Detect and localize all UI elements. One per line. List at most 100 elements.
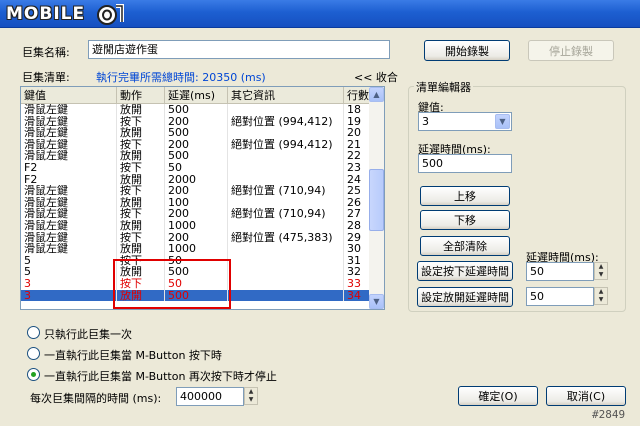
spin-down-icon[interactable]: ▼	[595, 271, 607, 279]
cell-line: 33	[344, 277, 370, 290]
list-editor-title: 清單編輯器	[414, 79, 473, 95]
spin-up-icon[interactable]: ▲	[245, 388, 257, 396]
table-row[interactable]: 滑鼠左鍵 按下 200 絕對位置 (475,383) 29	[21, 231, 370, 244]
table-row[interactable]: 滑鼠左鍵 放開 1000 28	[21, 219, 370, 232]
table-row[interactable]: 滑鼠左鍵 按下 200 絕對位置 (710,94) 27	[21, 208, 370, 220]
radio-run-until-pressed[interactable]	[27, 368, 40, 381]
release-delay-input[interactable]: 50	[526, 287, 594, 306]
collapse-link[interactable]: << 收合	[354, 69, 398, 85]
cell-info	[228, 266, 344, 278]
table-row[interactable]: 滑鼠左鍵 放開 100 26	[21, 196, 370, 209]
cell-line: 26	[344, 196, 370, 209]
cell-line: 32	[344, 266, 370, 278]
table-row[interactable]: 滑鼠左鍵 按下 200 絕對位置 (710,94) 25	[21, 185, 370, 197]
column-header-line[interactable]: 行數	[344, 87, 370, 104]
highlight-annotation-box	[113, 259, 231, 309]
column-header-key[interactable]: 鍵值	[21, 87, 117, 104]
table-row[interactable]: F2 放開 2000 24	[21, 173, 370, 186]
table-row[interactable]: 滑鼠左鍵 放開 500 20	[21, 127, 370, 139]
cell-key: 滑鼠左鍵	[21, 231, 117, 244]
cell-info	[228, 161, 344, 174]
cell-line: 31	[344, 254, 370, 267]
interval-spinner[interactable]: ▲ ▼	[244, 387, 258, 405]
cell-delay: 1000	[165, 219, 228, 232]
run-while-held-label[interactable]: 一直執行此巨集當 M-Button 按下時	[44, 347, 222, 363]
cell-action: 放開	[117, 219, 165, 232]
cell-delay: 200	[165, 231, 228, 244]
cell-line: 27	[344, 208, 370, 220]
press-delay-spinner[interactable]: ▲ ▼	[594, 262, 608, 280]
scroll-up-button[interactable]: ▲	[369, 87, 384, 102]
cell-key: 滑鼠左鍵	[21, 185, 117, 197]
app-logo: MOBILE	[6, 4, 86, 24]
cell-action: 按下	[117, 161, 165, 174]
column-header-delay[interactable]: 延遲(ms)	[165, 87, 228, 104]
cell-info	[228, 219, 344, 232]
radio-run-while-held[interactable]	[27, 347, 40, 360]
cell-action: 放開	[117, 127, 165, 139]
cell-info	[228, 127, 344, 139]
spin-down-icon[interactable]: ▼	[595, 296, 607, 304]
cell-info	[228, 173, 344, 186]
start-record-button[interactable]: 開始錄製	[424, 40, 510, 61]
cell-line: 21	[344, 138, 370, 151]
cell-delay: 2000	[165, 173, 228, 186]
cell-info	[228, 196, 344, 209]
watermark-text: #2849	[592, 408, 626, 421]
move-down-button[interactable]: 下移	[420, 210, 510, 230]
table-row[interactable]: 滑鼠左鍵 按下 200 絕對位置 (994,412) 21	[21, 138, 370, 151]
cell-key: 滑鼠左鍵	[21, 138, 117, 151]
table-scrollbar[interactable]: ▲ ▼	[369, 87, 384, 309]
run-until-pressed-label[interactable]: 一直執行此巨集當 M-Button 再次按下時才停止	[44, 368, 277, 384]
column-header-info[interactable]: 其它資訊	[228, 87, 344, 104]
cell-key: 滑鼠左鍵	[21, 150, 117, 162]
clear-all-button[interactable]: 全部清除	[420, 236, 510, 256]
radio-run-once[interactable]	[27, 326, 40, 339]
table-row[interactable]: 滑鼠左鍵 放開 500 18	[21, 104, 370, 116]
cell-line: 24	[344, 173, 370, 186]
cell-delay: 200	[165, 208, 228, 220]
cell-delay: 100	[165, 196, 228, 209]
cell-line: 20	[344, 127, 370, 139]
cell-action: 按下	[117, 138, 165, 151]
cell-line: 28	[344, 219, 370, 232]
cell-action: 放開	[117, 243, 165, 255]
cell-info	[228, 243, 344, 255]
scroll-thumb[interactable]	[369, 169, 384, 231]
macro-name-input[interactable]: 遊閒店遊作蛋	[88, 40, 390, 59]
cell-line: 23	[344, 161, 370, 174]
delay-input[interactable]: 500	[418, 154, 512, 173]
stop-record-button[interactable]: 停止錄製	[528, 40, 614, 61]
cell-action: 按下	[117, 208, 165, 220]
press-delay-input[interactable]: 50	[526, 262, 594, 281]
set-release-delay-button[interactable]: 設定放開延遲時間	[417, 287, 513, 307]
cell-key: 滑鼠左鍵	[21, 208, 117, 220]
release-delay-spinner[interactable]: ▲ ▼	[594, 287, 608, 305]
cancel-button[interactable]: 取消(C)	[546, 386, 626, 406]
cell-line: 34	[344, 289, 370, 302]
spin-up-icon[interactable]: ▲	[595, 263, 607, 271]
table-row[interactable]: 滑鼠左鍵 放開 500 22	[21, 150, 370, 162]
table-row[interactable]: F2 按下 50 23	[21, 161, 370, 174]
ok-button[interactable]: 確定(O)	[458, 386, 538, 406]
scroll-down-button[interactable]: ▼	[369, 294, 384, 309]
set-press-delay-button[interactable]: 設定按下延遲時間	[417, 261, 513, 281]
cell-info	[228, 150, 344, 162]
key-select[interactable]: 3 ▼	[418, 112, 512, 131]
move-up-button[interactable]: 上移	[420, 186, 510, 206]
spin-up-icon[interactable]: ▲	[595, 288, 607, 296]
cell-info	[228, 104, 344, 116]
column-header-action[interactable]: 動作	[117, 87, 165, 104]
run-once-label[interactable]: 只執行此巨集一次	[44, 326, 132, 342]
cell-action: 放開	[117, 150, 165, 162]
interval-input[interactable]: 400000	[176, 387, 244, 406]
chevron-down-icon[interactable]: ▼	[495, 114, 510, 129]
cell-line: 18	[344, 104, 370, 116]
cell-key: 5	[21, 266, 117, 278]
spin-down-icon[interactable]: ▼	[245, 396, 257, 404]
table-row[interactable]: 滑鼠左鍵 放開 1000 30	[21, 243, 370, 255]
cell-key: 滑鼠左鍵	[21, 219, 117, 232]
cell-action: 放開	[117, 104, 165, 116]
table-row[interactable]: 滑鼠左鍵 按下 200 絕對位置 (994,412) 19	[21, 115, 370, 128]
cell-info: 絕對位置 (994,412)	[228, 115, 344, 128]
